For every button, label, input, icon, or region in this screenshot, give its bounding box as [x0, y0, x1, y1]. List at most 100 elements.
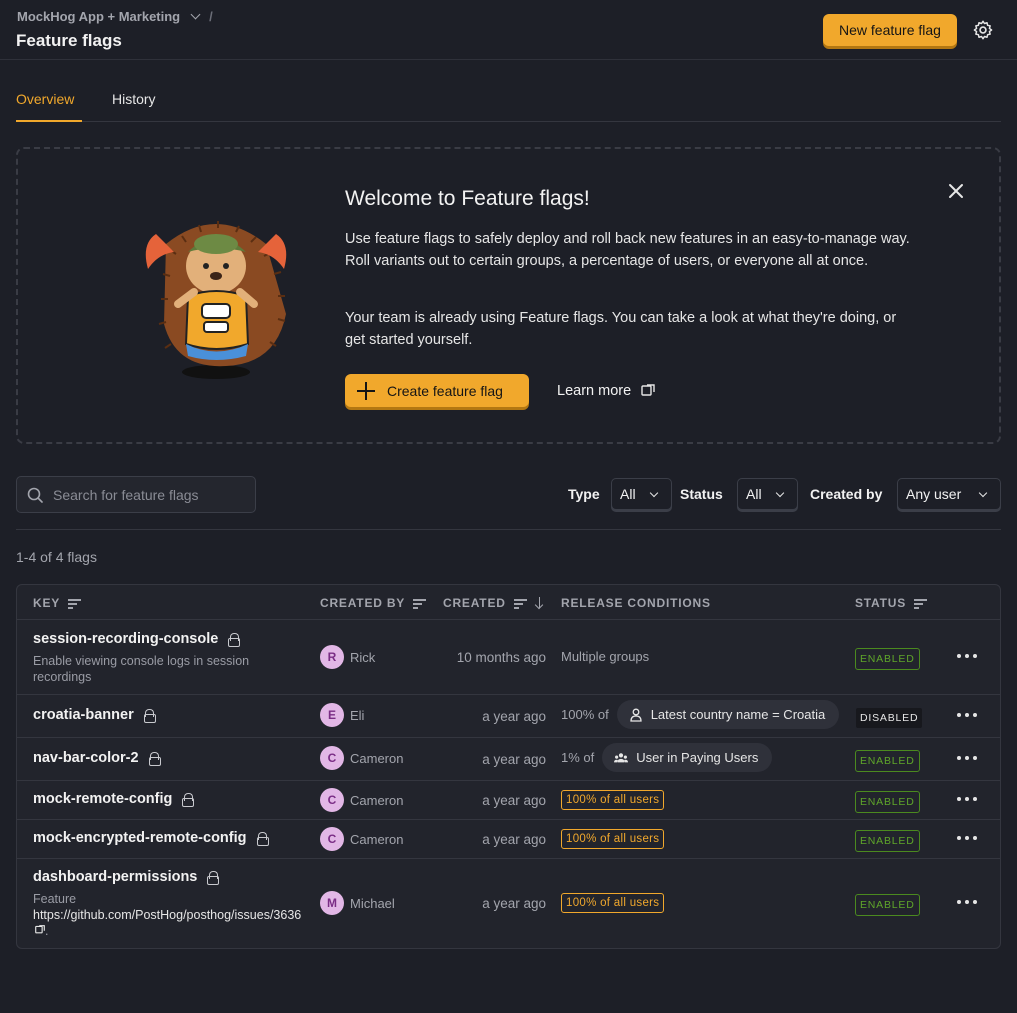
breadcrumb-project[interactable]: MockHog App + Marketing — [17, 9, 180, 24]
new-feature-flag-button[interactable]: New feature flag — [823, 14, 957, 46]
release-condition-prefix: 1% of — [561, 750, 595, 765]
avatar: C — [320, 788, 344, 812]
flag-key-link[interactable]: dashboard-permissions — [33, 869, 220, 885]
release-condition-text: Multiple groups — [561, 649, 650, 664]
table-row[interactable]: nav-bar-color-2 C Cameron a year ago 1% … — [17, 738, 1000, 781]
column-header-created-by-label: CREATED BY — [320, 596, 406, 610]
all-users-badge: 100% of all users — [561, 829, 665, 849]
column-header-status[interactable]: STATUS — [855, 596, 928, 610]
users-group-icon — [614, 752, 629, 762]
release-condition: 100% of Latest country name = Croatia — [561, 700, 847, 729]
user-name: Cameron — [350, 831, 404, 847]
table-row[interactable]: session-recording-console Enable viewing… — [17, 620, 1000, 695]
created-time: a year ago — [482, 709, 546, 724]
more-options-icon[interactable] — [957, 900, 977, 906]
lock-icon — [148, 752, 161, 766]
person-icon — [630, 708, 642, 722]
type-filter-select[interactable]: All — [611, 478, 672, 510]
chevron-down-icon — [978, 488, 988, 498]
avatar: R — [320, 645, 344, 669]
sort-icon — [513, 598, 527, 609]
chevron-down-icon — [775, 488, 785, 498]
page-title: Feature flags — [16, 31, 122, 50]
gear-icon[interactable] — [972, 19, 994, 41]
create-feature-flag-label: Create feature flag — [387, 382, 503, 399]
search-field[interactable] — [16, 476, 256, 513]
results-count: 1-4 of 4 flags — [16, 549, 97, 565]
condition-pill: User in Paying Users — [602, 743, 773, 772]
sort-icon — [68, 598, 82, 609]
flag-key-label: croatia-banner — [33, 707, 134, 723]
table-row[interactable]: mock-remote-config C Cameron a year ago … — [17, 781, 1000, 820]
tab-overview[interactable]: Overview — [16, 91, 74, 107]
column-header-created[interactable]: CREATED — [443, 596, 545, 610]
top-bar: MockHog App + Marketing / Feature flags … — [0, 0, 1017, 60]
status-filter-value: All — [746, 486, 762, 502]
table-row[interactable]: dashboard-permissions Feature https://gi… — [17, 859, 1000, 948]
welcome-team-note: Your team is already using Feature flags… — [345, 310, 897, 348]
column-header-created-by[interactable]: CREATED BY — [320, 596, 427, 610]
issue-link[interactable]: https://github.com/PostHog/posthog/issue… — [33, 908, 301, 922]
avatar: E — [320, 703, 344, 727]
breadcrumb: MockHog App + Marketing / — [17, 9, 213, 24]
created-by-filter-select[interactable]: Any user — [897, 478, 1001, 510]
flag-key-link[interactable]: mock-encrypted-remote-config — [33, 830, 269, 846]
status-badge: ENABLED — [855, 750, 920, 772]
table-row[interactable]: mock-encrypted-remote-config C Cameron a… — [17, 820, 1000, 859]
release-condition: 100% of all users — [561, 829, 665, 849]
condition-pill: Latest country name = Croatia — [616, 700, 840, 729]
more-options-icon[interactable] — [957, 797, 977, 803]
tab-history[interactable]: History — [112, 91, 156, 107]
flag-key-label: nav-bar-color-2 — [33, 750, 139, 766]
flag-description-prefix: Feature — [33, 892, 77, 906]
avatar: C — [320, 827, 344, 851]
avatar: M — [320, 891, 344, 915]
column-header-release-conditions: RELEASE CONDITIONS — [561, 596, 711, 610]
flag-key-link[interactable]: nav-bar-color-2 — [33, 750, 161, 766]
external-link-icon — [35, 925, 45, 934]
feature-flags-table: KEY CREATED BY CREATED RELEASE CONDITION… — [16, 584, 1001, 949]
created-by-user: C Cameron — [320, 827, 403, 851]
welcome-description: Use feature flags to safely deploy and r… — [345, 231, 910, 269]
column-header-status-label: STATUS — [855, 596, 907, 610]
lock-icon — [143, 709, 156, 723]
more-options-icon[interactable] — [957, 654, 977, 660]
column-header-key-label: KEY — [33, 596, 61, 610]
close-icon[interactable] — [946, 181, 966, 201]
all-users-badge: 100% of all users — [561, 790, 665, 810]
status-badge: ENABLED — [855, 830, 920, 852]
created-time: a year ago — [482, 752, 546, 767]
search-input[interactable] — [53, 486, 243, 503]
status-badge: ENABLED — [855, 791, 920, 813]
create-feature-flag-button[interactable]: Create feature flag — [345, 374, 529, 407]
lock-icon — [256, 832, 269, 846]
column-header-key[interactable]: KEY — [33, 596, 82, 610]
created-time: a year ago — [482, 793, 546, 808]
learn-more-link[interactable]: Learn more — [557, 383, 655, 399]
more-options-icon[interactable] — [957, 836, 977, 842]
more-options-icon[interactable] — [957, 713, 977, 719]
external-link-icon — [641, 384, 655, 396]
flag-key-link[interactable]: croatia-banner — [33, 707, 156, 723]
tab-bar: Overview History — [16, 85, 1001, 122]
status-filter-label: Status — [680, 486, 723, 502]
created-by-user: R Rick — [320, 645, 375, 669]
more-options-icon[interactable] — [957, 756, 977, 762]
created-by-filter-label: Created by — [810, 486, 883, 502]
release-condition: 100% of all users — [561, 893, 665, 913]
status-filter-select[interactable]: All — [737, 478, 798, 510]
user-name: Cameron — [350, 792, 404, 808]
flag-key-link[interactable]: mock-remote-config — [33, 791, 195, 807]
table-row[interactable]: croatia-banner E Eli a year ago 100% of … — [17, 695, 1000, 738]
status-badge: ENABLED — [855, 894, 920, 916]
flag-key-label: dashboard-permissions — [33, 869, 198, 885]
welcome-banner: Welcome to Feature flags! Use feature fl… — [16, 147, 1001, 444]
created-time: a year ago — [482, 832, 546, 847]
hedgehog-mascot-illustration — [145, 221, 287, 379]
created-by-user: C Cameron — [320, 788, 403, 812]
flag-key-label: mock-remote-config — [33, 791, 173, 807]
search-icon — [27, 487, 43, 503]
flag-key-link[interactable]: session-recording-console — [33, 631, 241, 647]
chevron-down-icon[interactable] — [190, 9, 201, 20]
flag-key-label: mock-encrypted-remote-config — [33, 830, 247, 846]
